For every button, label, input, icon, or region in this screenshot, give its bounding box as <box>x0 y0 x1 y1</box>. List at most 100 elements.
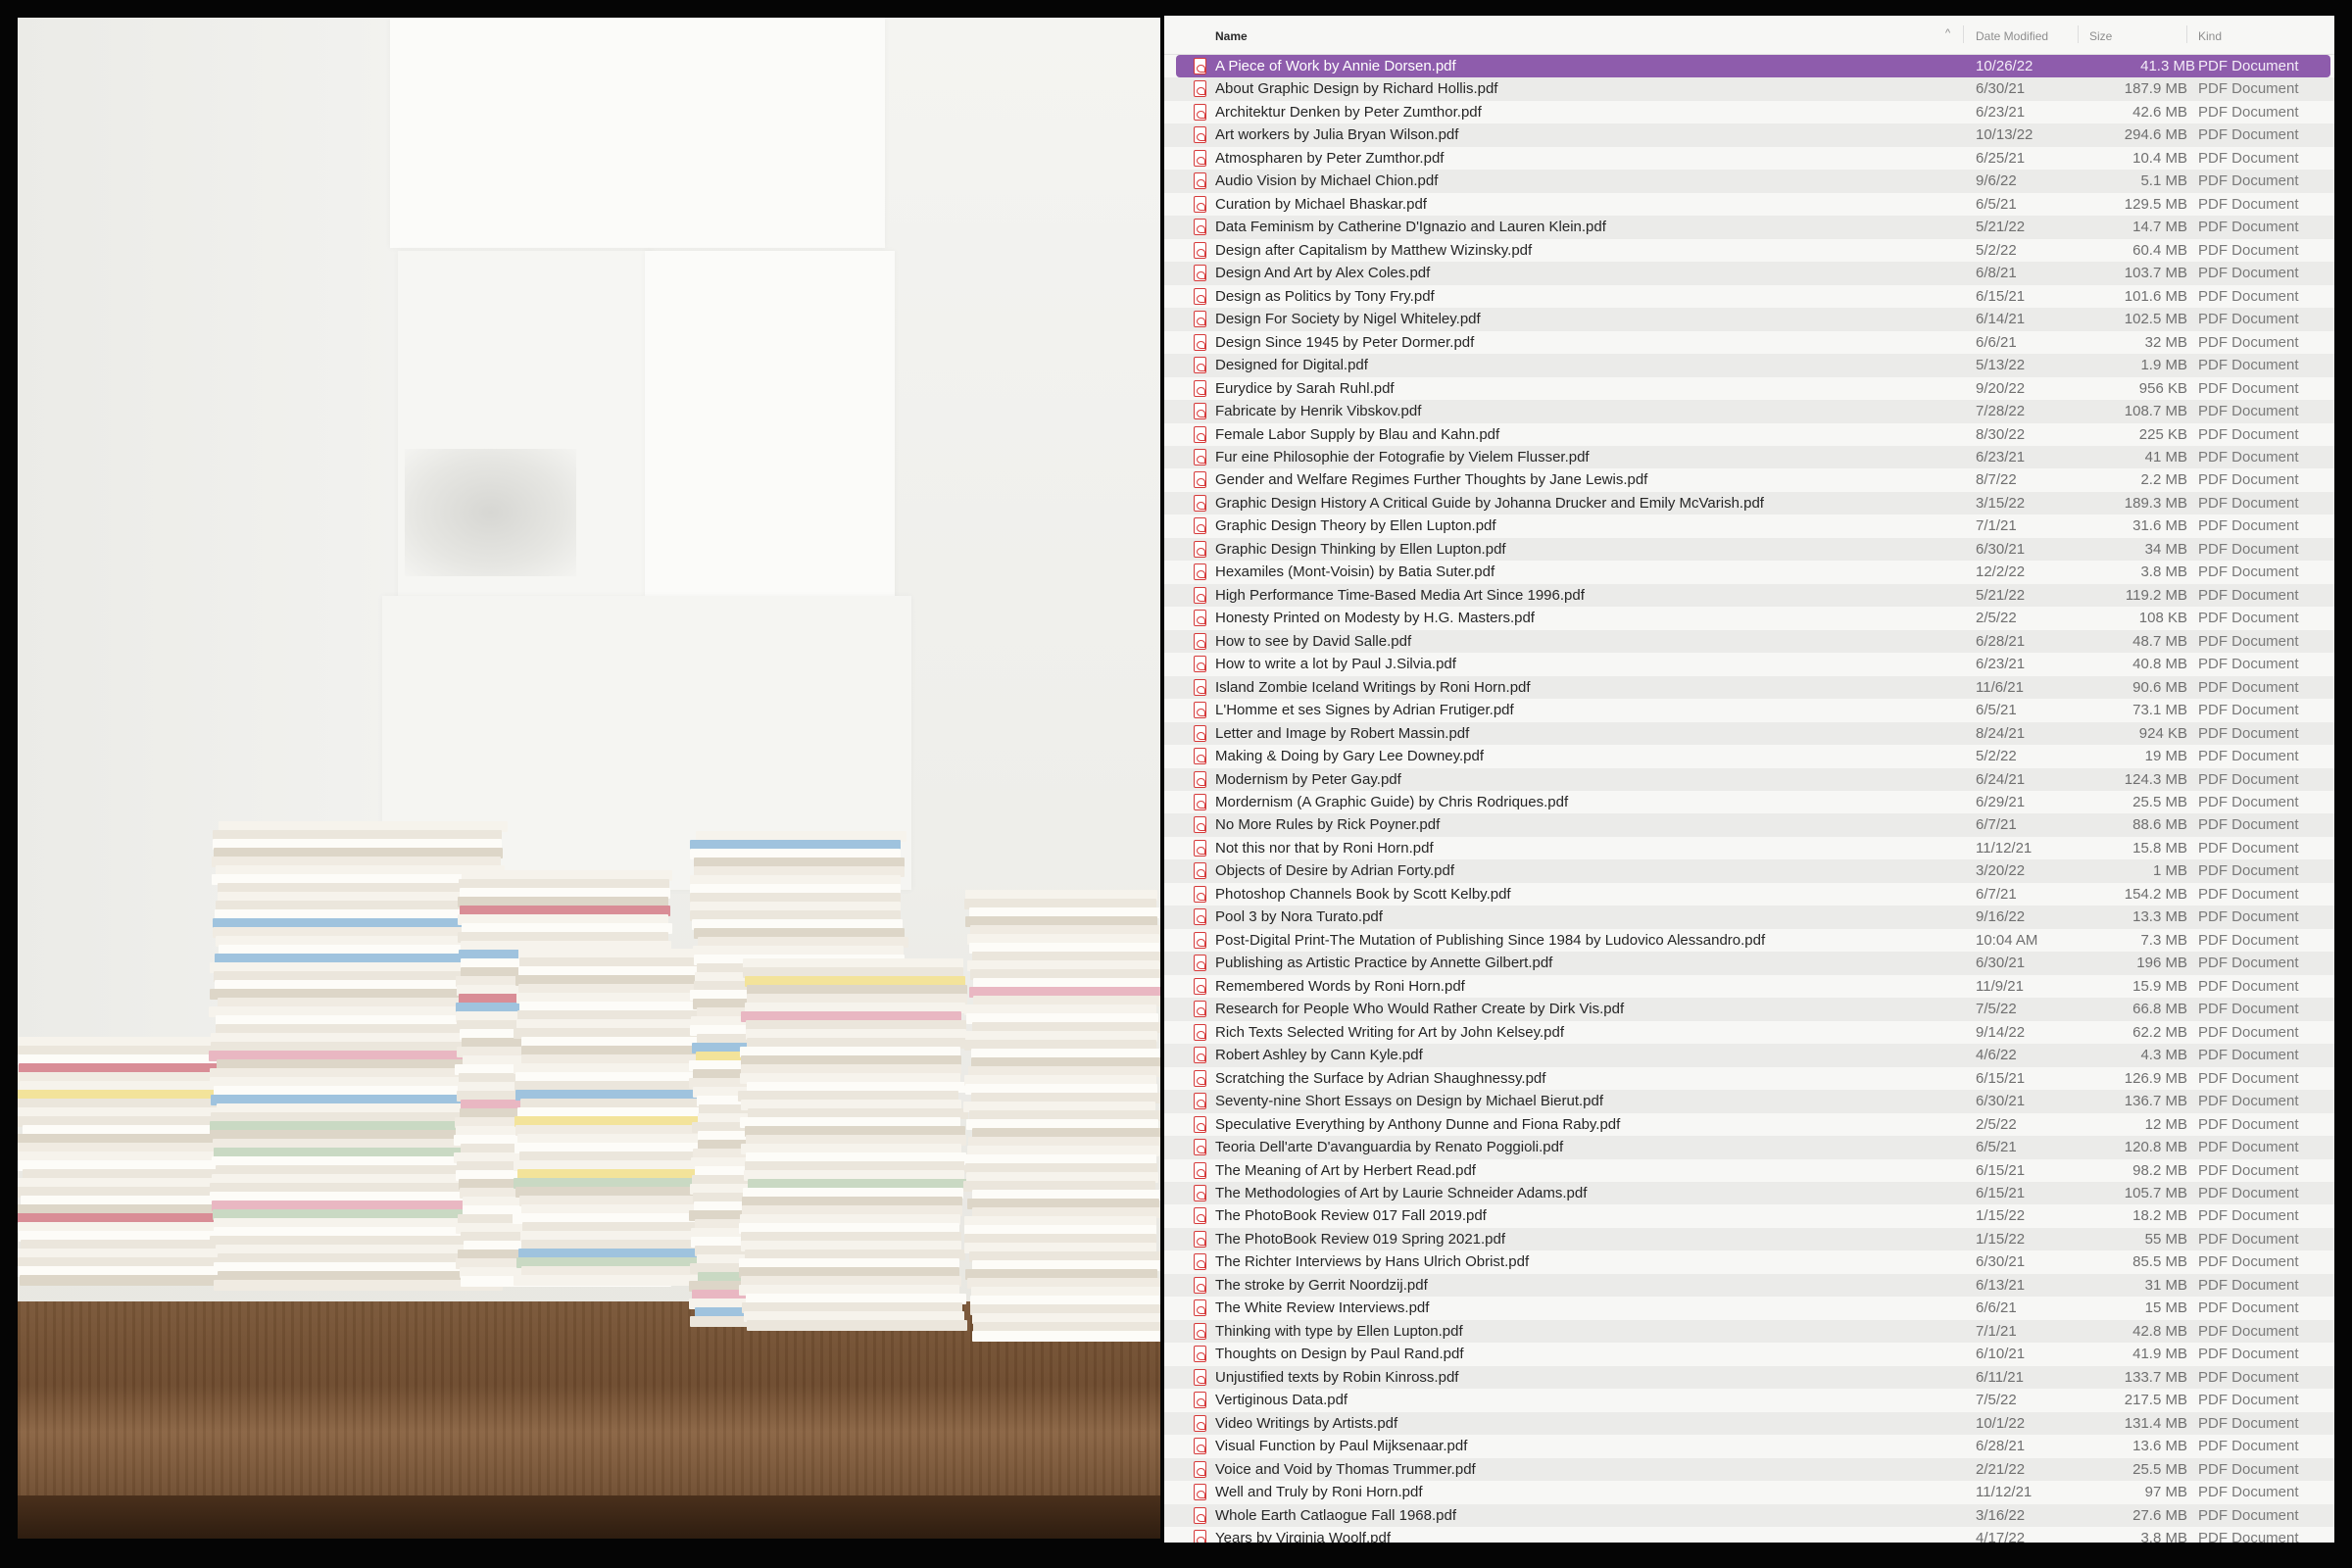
file-date-modified: 6/13/21 <box>1976 1276 2026 1294</box>
file-kind: PDF Document <box>2198 794 2299 810</box>
file-row[interactable]: Island Zombie Iceland Writings by Roni H… <box>1164 675 2334 700</box>
file-name: No More Rules by Rick Poyner.pdf <box>1215 816 1441 834</box>
file-row[interactable]: Modernism by Peter Gay.pdf 6/24/21 124.3 M… <box>1164 767 2334 791</box>
pdf-file-icon <box>1194 80 1206 98</box>
file-row[interactable]: Scratching the Surface by Adrian Shaughn… <box>1164 1067 2334 1090</box>
file-row[interactable]: The PhotoBook Review 019 Spring 2021.pdf… <box>1164 1227 2334 1251</box>
file-row[interactable]: How to write a lot by Paul J.Silvia.pdf 6… <box>1164 653 2334 675</box>
column-divider[interactable] <box>1963 25 1964 43</box>
file-row[interactable]: How to see by David Salle.pdf 6/28/21 48.7… <box>1164 629 2334 654</box>
file-row[interactable]: Speculative Everything by Anthony Dunne … <box>1164 1113 2334 1136</box>
file-row[interactable]: Designed for Digital.pdf 5/13/22 1.9 MB PDF… <box>1164 354 2334 377</box>
file-row[interactable]: Gender and Welfare Regimes Further Thoug… <box>1164 468 2334 491</box>
file-size: 42.6 MB <box>2132 103 2187 121</box>
file-row[interactable]: Art workers by Julia Bryan Wilson.pdf 10/… <box>1164 123 2334 147</box>
file-row[interactable]: Fabricate by Henrik Vibskov.pdf 7/28/22 10… <box>1164 400 2334 423</box>
file-size: 62.2 MB <box>2132 1023 2187 1041</box>
file-row[interactable]: Thoughts on Design by Paul Rand.pdf 6/10/… <box>1164 1343 2334 1365</box>
file-row[interactable]: Making & Doing by Gary Lee Downey.pdf 5/2… <box>1164 745 2334 767</box>
file-row[interactable]: Design Since 1945 by Peter Dormer.pdf 6/6… <box>1164 331 2334 354</box>
file-row[interactable]: Honesty Printed on Modesty by H.G. Maste… <box>1164 607 2334 629</box>
file-date-modified: 1/15/22 <box>1976 1207 2026 1225</box>
file-row[interactable]: Audio Vision by Michael Chion.pdf 9/6/22 5… <box>1164 170 2334 193</box>
file-row[interactable]: Not this nor that by Roni Horn.pdf 11/12/… <box>1164 837 2334 859</box>
file-row[interactable]: Publishing as Artistic Practice by Annet… <box>1164 952 2334 975</box>
pdf-file-icon <box>1194 1322 1206 1340</box>
file-date-modified: 6/23/21 <box>1976 103 2026 121</box>
file-row[interactable]: Graphic Design Thinking by Ellen Lupton.… <box>1164 537 2334 562</box>
file-date-modified: 6/5/21 <box>1976 195 2017 213</box>
file-row[interactable]: Photoshop Channels Book by Scott Kelby.p… <box>1164 883 2334 906</box>
file-row[interactable]: The PhotoBook Review 017 Fall 2019.pdf 1/… <box>1164 1204 2334 1227</box>
file-row[interactable]: Graphic Design Theory by Ellen Lupton.pd… <box>1164 514 2334 537</box>
file-size: 42.8 MB <box>2132 1322 2187 1340</box>
column-divider[interactable] <box>2186 25 2187 43</box>
file-row[interactable]: Objects of Desire by Adrian Forty.pdf 3/2… <box>1164 859 2334 883</box>
column-header-kind[interactable]: Kind <box>2198 29 2222 43</box>
file-row[interactable]: Atmospharen by Peter Zumthor.pdf 6/25/21 1… <box>1164 147 2334 170</box>
file-date-modified: 6/6/21 <box>1976 1299 2017 1317</box>
file-row[interactable]: L'Homme et ses Signes by Adrian Frutiger… <box>1164 699 2334 721</box>
file-row[interactable]: Mordernism (A Graphic Guide) by Chris Ro… <box>1164 791 2334 813</box>
file-row[interactable]: The Methodologies of Art by Laurie Schne… <box>1164 1181 2334 1205</box>
pdf-file-icon <box>1194 977 1206 995</box>
pdf-file-icon <box>1194 1368 1206 1386</box>
pdf-file-icon <box>1194 702 1206 719</box>
file-row[interactable]: Thinking with type by Ellen Lupton.pdf 7/… <box>1164 1319 2334 1344</box>
file-row[interactable]: Visual Function by Paul Mijksenaar.pdf 6/… <box>1164 1435 2334 1457</box>
file-size: 15.9 MB <box>2132 977 2187 995</box>
file-row[interactable]: Pool 3 by Nora Turato.pdf 9/16/22 13.3 MB P… <box>1164 906 2334 929</box>
file-row[interactable]: Vertiginous Data.pdf 7/5/22 217.5 MB PDF Do… <box>1164 1389 2334 1411</box>
file-row[interactable]: Graphic Design History A Critical Guide … <box>1164 491 2334 515</box>
column-header-name[interactable]: Name <box>1215 29 1248 43</box>
file-size: 102.5 MB <box>2124 311 2187 328</box>
file-row[interactable]: Design For Society by Nigel Whiteley.pdf… <box>1164 308 2334 331</box>
file-row[interactable]: The Richter Interviews by Hans Ulrich Ob… <box>1164 1250 2334 1273</box>
file-kind: PDF Document <box>2198 425 2299 443</box>
file-date-modified: 5/2/22 <box>1976 748 2017 765</box>
file-row[interactable]: Fur eine Philosophie der Fotografie by V… <box>1164 445 2334 469</box>
file-row[interactable]: Design And Art by Alex Coles.pdf 6/8/21 10… <box>1164 262 2334 285</box>
file-row[interactable]: The White Review Interviews.pdf 6/6/21 15 … <box>1164 1297 2334 1319</box>
file-row[interactable]: Remembered Words by Roni Horn.pdf 11/9/21… <box>1164 975 2334 998</box>
file-row[interactable]: Eurydice by Sarah Ruhl.pdf 9/20/22 956 KB P… <box>1164 377 2334 400</box>
file-kind: PDF Document <box>2198 839 2299 857</box>
file-row[interactable]: Whole Earth Catlaogue Fall 1968.pdf 3/16/… <box>1164 1503 2334 1527</box>
file-row[interactable]: Teoria Dell'arte D'avanguardia by Renato… <box>1164 1136 2334 1159</box>
file-row[interactable]: Letter and Image by Robert Massin.pdf 8/2… <box>1164 721 2334 746</box>
file-row[interactable]: No More Rules by Rick Poyner.pdf 6/7/21 88… <box>1164 813 2334 837</box>
file-row[interactable]: Design after Capitalism by Matthew Wizin… <box>1164 239 2334 262</box>
file-name: Seventy-nine Short Essays on Design by M… <box>1215 1093 1604 1110</box>
file-date-modified: 8/7/22 <box>1976 471 2017 489</box>
pdf-file-icon <box>1194 379 1206 397</box>
file-row[interactable]: Years by Virginia Woolf.pdf 4/17/22 3.8 MB… <box>1164 1527 2334 1543</box>
file-row[interactable]: Video Writings by Artists.pdf 10/1/22 131.… <box>1164 1411 2334 1436</box>
file-row[interactable]: Research for People Who Would Rather Cre… <box>1164 998 2334 1021</box>
column-header-size[interactable]: Size <box>2089 29 2112 43</box>
file-size: 1 MB <box>2152 862 2187 880</box>
file-size: 60.4 MB <box>2132 241 2187 259</box>
file-row[interactable]: Data Feminism by Catherine D'Ignazio and… <box>1164 216 2334 239</box>
file-name: Publishing as Artistic Practice by Annet… <box>1215 955 1553 972</box>
file-row[interactable]: Post-Digital Print-The Mutation of Publi… <box>1164 929 2334 952</box>
file-row[interactable]: Design as Politics by Tony Fry.pdf 6/15/2… <box>1164 285 2334 308</box>
file-row[interactable]: Robert Ashley by Cann Kyle.pdf 4/6/22 4.3 … <box>1164 1044 2334 1067</box>
file-row[interactable]: Hexamiles (Mont-Voisin) by Batia Suter.p… <box>1164 561 2334 583</box>
column-header-date-modified[interactable]: Date Modified <box>1976 29 2048 43</box>
file-size: 66.8 MB <box>2132 1001 2187 1018</box>
file-row[interactable]: The Meaning of Art by Herbert Read.pdf 6/… <box>1164 1159 2334 1182</box>
file-row[interactable]: Well and Truly by Roni Horn.pdf 11/12/21 9… <box>1164 1481 2334 1503</box>
file-row[interactable]: Voice and Void by Thomas Trummer.pdf 2/21… <box>1164 1457 2334 1482</box>
file-row[interactable]: Seventy-nine Short Essays on Design by M… <box>1164 1090 2334 1113</box>
file-name: Honesty Printed on Modesty by H.G. Maste… <box>1215 610 1535 627</box>
column-divider[interactable] <box>2078 25 2079 43</box>
file-row[interactable]: Unjustified texts by Robin Kinross.pdf 6/… <box>1164 1365 2334 1390</box>
file-row[interactable]: The stroke by Gerrit Noordzij.pdf 6/13/21… <box>1164 1273 2334 1298</box>
file-row[interactable]: Rich Texts Selected Writing for Art by J… <box>1164 1021 2334 1044</box>
file-row[interactable]: About Graphic Design by Richard Hollis.p… <box>1164 77 2334 101</box>
file-row[interactable]: Female Labor Supply by Blau and Kahn.pdf… <box>1164 423 2334 446</box>
file-row[interactable]: Architektur Denken by Peter Zumthor.pdf 6… <box>1164 101 2334 123</box>
file-row[interactable]: High Performance Time-Based Media Art Si… <box>1164 583 2334 608</box>
file-row[interactable]: Curation by Michael Bhaskar.pdf 6/5/21 129… <box>1164 193 2334 216</box>
file-row[interactable]: A Piece of Work by Annie Dorsen.pdf 10/26… <box>1176 55 2330 78</box>
